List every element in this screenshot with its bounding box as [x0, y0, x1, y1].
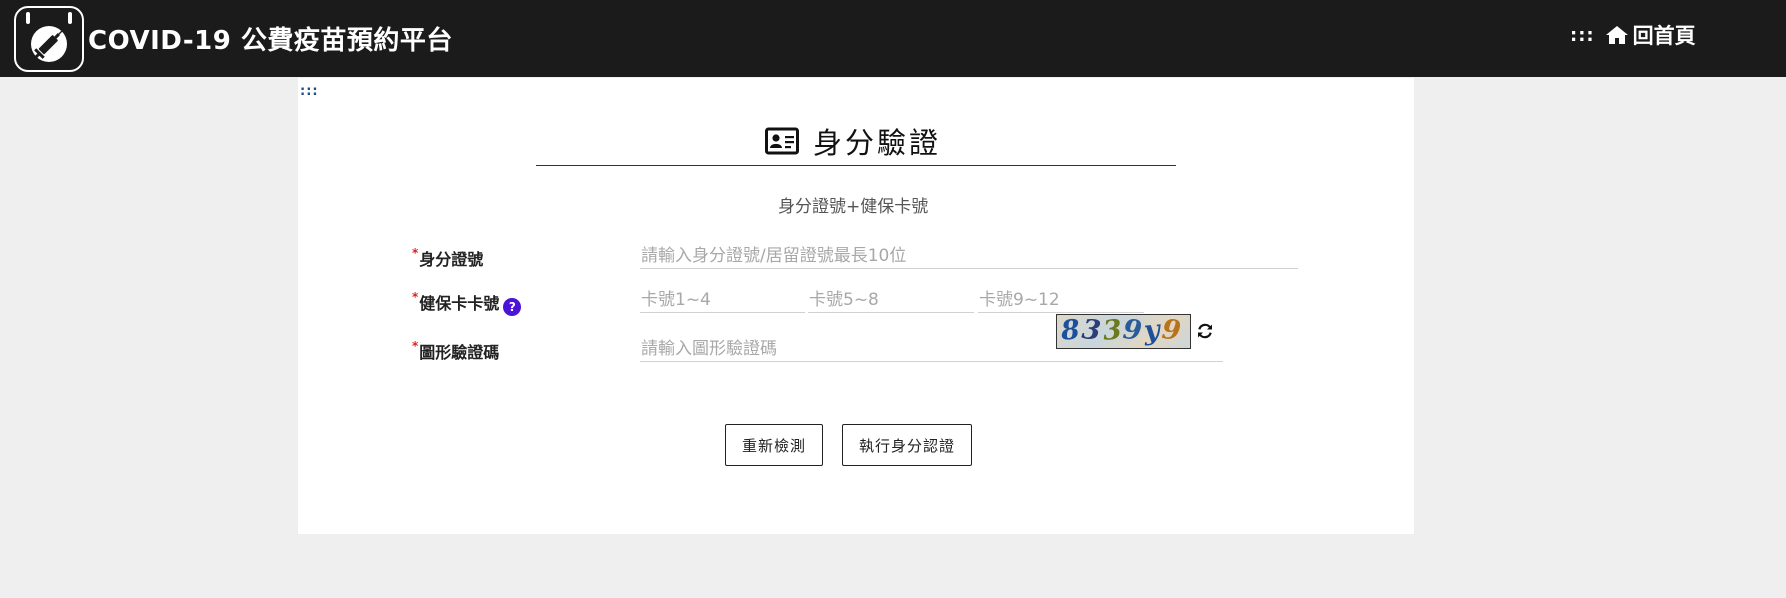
captcha-char: 3: [1080, 314, 1105, 348]
id-number-input[interactable]: [640, 244, 1298, 269]
home-icon: [1605, 26, 1628, 44]
reset-button[interactable]: 重新檢測: [725, 424, 823, 466]
id-number-label: *身分證號: [412, 246, 484, 269]
page-heading: 身分驗證: [765, 120, 941, 162]
nhi-help-icon[interactable]: ?: [503, 298, 522, 316]
accesskey-dots[interactable]: :::: [1570, 25, 1595, 46]
required-mark: *: [412, 246, 419, 260]
refresh-captcha-icon[interactable]: [1196, 322, 1214, 340]
home-link-label: 回首頁: [1632, 24, 1696, 48]
title-divider: [536, 165, 1176, 166]
home-link[interactable]: 回首頁: [1605, 20, 1696, 50]
captcha-char: 8: [1059, 314, 1084, 347]
captcha-label: *圖形驗證碼: [412, 339, 500, 362]
nhi-card-input-3[interactable]: [978, 288, 1144, 313]
captcha-text: 8339y9: [1059, 314, 1185, 348]
vaccine-logo-icon[interactable]: [14, 6, 84, 72]
required-mark: *: [412, 290, 419, 304]
skip-accesskey[interactable]: :::: [300, 84, 319, 99]
header-nav: ::: 回首頁: [1570, 20, 1696, 50]
top-bar: COVID-19 公費疫苗預約平台 ::: 回首頁: [0, 0, 1786, 77]
nhi-card-input-2[interactable]: [808, 288, 974, 313]
site-title: COVID-19 公費疫苗預約平台: [88, 26, 453, 56]
id-card-icon: [765, 127, 799, 155]
required-mark: *: [412, 339, 419, 353]
verify-identity-button[interactable]: 執行身分認證: [842, 424, 972, 466]
page-title: 身分驗證: [813, 126, 942, 160]
captcha-char: 9: [1160, 314, 1185, 348]
nhi-card-input-1[interactable]: [640, 288, 805, 313]
nhi-card-label: *健保卡卡號?: [412, 290, 522, 316]
page-subtitle: 身分證號+健保卡號: [778, 197, 929, 217]
captcha-image: 8339y9: [1056, 314, 1191, 349]
